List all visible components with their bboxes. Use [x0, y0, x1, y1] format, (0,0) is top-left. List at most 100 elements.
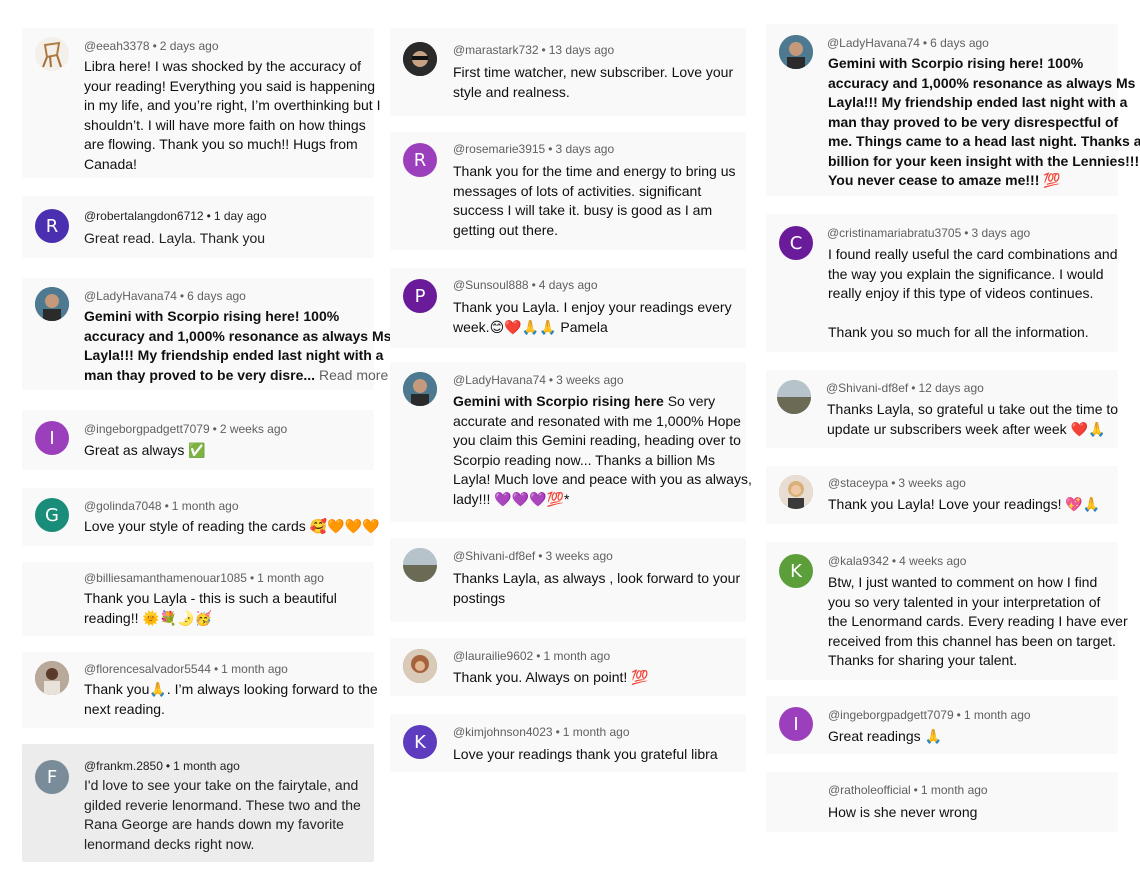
comment-card: @LadyHavana74 • 3 weeks ago Gemini with Sc…: [390, 362, 752, 522]
avatar[interactable]: R: [35, 209, 69, 243]
comment-author[interactable]: @eeah3378: [84, 39, 150, 53]
comment-time[interactable]: 6 days ago: [187, 289, 246, 303]
avatar[interactable]: [403, 372, 437, 406]
comment-text: Thanks Layla, as always , look forward t…: [453, 570, 741, 606]
comment-time[interactable]: 2 days ago: [160, 39, 219, 53]
comment-time[interactable]: 3 weeks ago: [545, 549, 612, 563]
comment-meta: @ingeborgpadgett7079 • 2 weeks ago: [84, 422, 288, 436]
avatar[interactable]: C: [779, 226, 813, 260]
comment-time[interactable]: 1 month ago: [257, 571, 324, 585]
comment-author[interactable]: @florencesalvador5544: [84, 662, 211, 676]
comment-author[interactable]: @ingeborgpadgett7079: [84, 422, 210, 436]
comment-text: Gemini with Scorpio rising here So very a…: [453, 393, 752, 507]
avatar[interactable]: [35, 37, 69, 71]
comment-time[interactable]: 1 month ago: [173, 759, 240, 773]
avatar[interactable]: [779, 475, 813, 509]
comment-time[interactable]: 12 days ago: [918, 381, 983, 395]
comment-time[interactable]: 3 weeks ago: [556, 373, 623, 387]
comment-card: @eeah3378 • 2 days ago Libra here! I was s…: [22, 28, 380, 178]
comment-time[interactable]: 1 month ago: [172, 499, 239, 513]
avatar[interactable]: F: [35, 760, 69, 794]
comment-author[interactable]: @cristinamariabratu3705: [827, 226, 961, 240]
avatar[interactable]: I: [35, 421, 69, 455]
comment-card: @florencesalvador5544 • 1 month ago Thank …: [22, 652, 378, 728]
comment-meta: @Sunsoul888 • 4 days ago: [453, 278, 598, 292]
comment-text: Thank you🙏. I’m always looking forward t…: [84, 681, 378, 717]
comment-text: Libra here! I was shocked by the accurac…: [84, 58, 381, 172]
comment-author[interactable]: @staceypa: [828, 476, 888, 490]
comment-author[interactable]: @kala9342: [828, 554, 889, 568]
avatar[interactable]: R: [403, 143, 437, 177]
comment-meta: @kimjohnson4023 • 1 month ago: [453, 725, 630, 739]
avatar[interactable]: P: [403, 279, 437, 313]
comment-meta: @billiesamanthamenouar1085 • 1 month ago: [84, 571, 324, 585]
avatar[interactable]: K: [779, 554, 813, 588]
avatar[interactable]: [35, 287, 69, 321]
comment-author[interactable]: @Sunsoul888: [453, 278, 529, 292]
comment-author[interactable]: @rosemarie3915: [453, 142, 545, 156]
comment-meta: @golinda7048 • 1 month ago: [84, 499, 239, 513]
comment-text: Thank you. Always on point! 💯: [453, 669, 649, 685]
comment-text: First time watcher, new subscriber. Love…: [453, 64, 734, 100]
comment-author[interactable]: @kimjohnson4023: [453, 725, 553, 739]
comment-text: Love your readings thank you grateful li…: [453, 746, 718, 762]
comment-time[interactable]: 1 month ago: [221, 662, 288, 676]
comment-time[interactable]: 4 days ago: [539, 278, 598, 292]
comment-author[interactable]: @laurailie9602: [453, 649, 533, 663]
comment-card: @LadyHavana74 • 6 days ago Gemini with Sco…: [766, 24, 1140, 196]
comment-time[interactable]: 13 days ago: [549, 43, 614, 57]
comment-card: @staceypa • 3 weeks ago Thank you Layla! L…: [766, 466, 1118, 524]
avatar[interactable]: G: [35, 498, 69, 532]
comment-meta: @staceypa • 3 weeks ago: [828, 476, 966, 490]
avatar[interactable]: K: [403, 725, 437, 759]
comment-meta: @LadyHavana74 • 3 weeks ago: [453, 373, 624, 387]
avatar[interactable]: [403, 42, 437, 76]
comment-meta: @rosemarie3915 • 3 days ago: [453, 142, 615, 156]
comment-meta: @frankm.2850 • 1 month ago: [84, 759, 240, 773]
comment-text: Thank you Layla! Love your readings! 💖🙏: [828, 496, 1101, 512]
comment-meta: @robertalangdon6712 • 1 day ago: [84, 209, 267, 223]
comment-card: @laurailie9602 • 1 month ago Thank you. Al…: [390, 638, 746, 696]
comment-author[interactable]: @ratholeofficial: [828, 783, 911, 797]
comment-author[interactable]: @frankm.2850: [84, 759, 163, 773]
comment-time[interactable]: 1 month ago: [921, 783, 988, 797]
comment-author[interactable]: @LadyHavana74: [827, 36, 920, 50]
comment-author[interactable]: @golinda7048: [84, 499, 162, 513]
avatar[interactable]: I: [779, 707, 813, 741]
comment-author[interactable]: @ingeborgpadgett7079: [828, 708, 954, 722]
comment-time[interactable]: 1 month ago: [563, 725, 630, 739]
comment-author[interactable]: @robertalangdon6712: [84, 209, 204, 223]
comment-time[interactable]: 1 day ago: [214, 209, 267, 223]
comment-time[interactable]: 3 days ago: [555, 142, 614, 156]
comment-time[interactable]: 1 month ago: [964, 708, 1031, 722]
comment-text: Gemini with Scorpio rising here! 100% acc…: [828, 55, 1140, 188]
avatar[interactable]: [35, 661, 69, 695]
comment-author[interactable]: @LadyHavana74: [453, 373, 546, 387]
comment-card: R @rosemarie3915 • 3 days ago Thank you fo…: [390, 132, 746, 250]
comment-card: G @golinda7048 • 1 month ago Love your sty…: [22, 488, 379, 546]
avatar[interactable]: [777, 380, 811, 414]
comment-text: Love your style of reading the cards 🥰🧡🧡…: [84, 518, 380, 534]
comment-meta: @marastark732 • 13 days ago: [453, 43, 615, 57]
avatar[interactable]: [403, 548, 437, 582]
comment-meta: @cristinamariabratu3705 • 3 days ago: [827, 226, 1031, 240]
comment-text: I'd love to see your take on the fairyta…: [84, 777, 361, 852]
comment-author[interactable]: @billiesamanthamenouar1085: [84, 571, 247, 585]
avatar[interactable]: [779, 35, 813, 69]
comment-time[interactable]: 2 weeks ago: [220, 422, 287, 436]
comment-time[interactable]: 4 weeks ago: [899, 554, 966, 568]
comment-card: K @kimjohnson4023 • 1 month ago Love your …: [390, 714, 746, 772]
comment-author[interactable]: @Shivani-df8ef: [826, 381, 908, 395]
comment-card: @marastark732 • 13 days ago First time wat…: [390, 28, 746, 116]
comment-author[interactable]: @LadyHavana74: [84, 289, 177, 303]
comment-time[interactable]: 6 days ago: [930, 36, 989, 50]
comment-text: Thanks Layla, so grateful u take out the…: [827, 401, 1119, 437]
comment-time[interactable]: 3 weeks ago: [898, 476, 965, 490]
comment-author[interactable]: @Shivani-df8ef: [453, 549, 535, 563]
comment-meta: @kala9342 • 4 weeks ago: [828, 554, 967, 568]
read-more-link[interactable]: Read more: [319, 367, 388, 383]
comment-author[interactable]: @marastark732: [453, 43, 539, 57]
avatar[interactable]: [403, 649, 437, 683]
comment-time[interactable]: 1 month ago: [543, 649, 610, 663]
comment-time[interactable]: 3 days ago: [971, 226, 1030, 240]
